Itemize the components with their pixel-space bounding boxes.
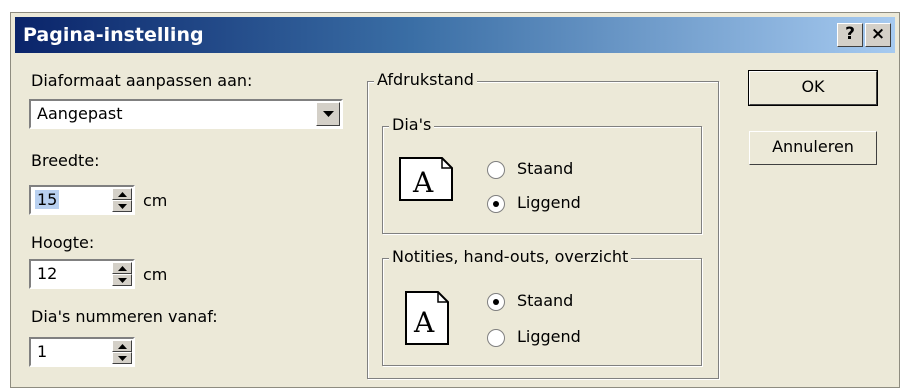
- notes-title: Notities, hand-outs, overzicht: [389, 247, 632, 266]
- spin-up-icon[interactable]: [112, 340, 132, 352]
- cancel-button[interactable]: Annuleren: [749, 131, 877, 165]
- page-setup-dialog: Pagina-instelling ? × Diaformaat aanpass…: [10, 12, 900, 388]
- width-label: Breedte:: [31, 151, 100, 170]
- slides-portrait-label: Staand: [517, 159, 574, 178]
- notes-landscape-label: Liggend: [517, 327, 581, 346]
- slides-landscape-label: Liggend: [517, 193, 581, 212]
- spin-up-icon[interactable]: [112, 262, 132, 274]
- landscape-page-icon: A: [399, 157, 453, 205]
- notes-portrait-radio[interactable]: [487, 293, 505, 311]
- orientation-title: Afdrukstand: [374, 70, 477, 89]
- spin-up-icon[interactable]: [112, 188, 132, 200]
- numbering-spinner[interactable]: 1: [29, 337, 135, 367]
- width-unit: cm: [143, 191, 168, 210]
- slides-portrait-radio[interactable]: [487, 161, 505, 179]
- size-label: Diaformaat aanpassen aan:: [31, 71, 253, 90]
- help-button[interactable]: ?: [837, 23, 863, 47]
- title-bar[interactable]: Pagina-instelling ? ×: [15, 17, 895, 53]
- height-value[interactable]: 12: [35, 264, 59, 283]
- chevron-down-icon[interactable]: [316, 102, 340, 126]
- spin-down-icon[interactable]: [112, 352, 132, 364]
- notes-landscape-radio[interactable]: [487, 329, 505, 347]
- spin-down-icon[interactable]: [112, 274, 132, 286]
- size-select-value: Aangepast: [37, 104, 123, 123]
- size-select[interactable]: Aangepast: [29, 99, 343, 129]
- notes-portrait-label: Staand: [517, 291, 574, 310]
- width-value[interactable]: 15: [35, 190, 60, 209]
- svg-text:A: A: [413, 306, 435, 339]
- slides-landscape-radio[interactable]: [487, 195, 505, 213]
- numbering-value[interactable]: 1: [35, 342, 49, 361]
- portrait-page-icon: A: [405, 291, 449, 349]
- width-spinner[interactable]: 15: [29, 185, 135, 215]
- height-spinner[interactable]: 12: [29, 259, 135, 289]
- slides-title: Dia's: [389, 115, 435, 134]
- slides-group: Dia's A Staand Liggend: [382, 115, 702, 234]
- numbering-label: Dia's nummeren vanaf:: [31, 307, 218, 326]
- ok-button[interactable]: OK: [748, 70, 878, 106]
- orientation-group: Afdrukstand Dia's A Staand Liggend Notit…: [367, 70, 719, 379]
- dialog-title: Pagina-instelling: [23, 24, 204, 46]
- close-button[interactable]: ×: [865, 23, 891, 47]
- spin-down-icon[interactable]: [112, 200, 132, 212]
- height-unit: cm: [143, 265, 168, 284]
- notes-group: Notities, hand-outs, overzicht A Staand …: [382, 247, 702, 366]
- svg-text:A: A: [412, 166, 434, 199]
- height-label: Hoogte:: [31, 233, 95, 252]
